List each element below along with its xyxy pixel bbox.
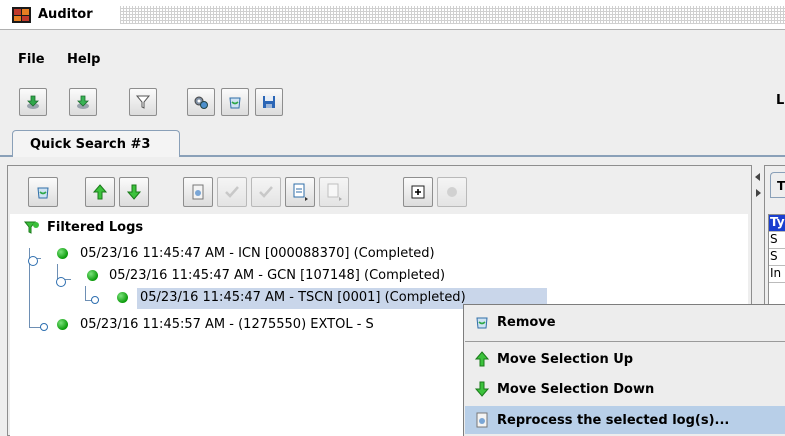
- document-dropdown-button[interactable]: [319, 177, 349, 207]
- download-icon: [27, 95, 39, 109]
- tree-expander-2[interactable]: [91, 296, 99, 304]
- title-bar: Auditor: [0, 0, 785, 30]
- menu-file[interactable]: File: [18, 52, 45, 67]
- reprocess-icon: [473, 411, 491, 429]
- document-export-icon: [293, 183, 308, 201]
- tab-details[interactable]: T: [770, 172, 785, 198]
- menu-item-move-down[interactable]: Move Selection Down: [465, 375, 785, 403]
- tree-node-3[interactable]: 05/23/16 11:45:57 AM - (1275550) EXTOL -…: [80, 317, 374, 332]
- delete-button[interactable]: [221, 88, 249, 116]
- arrow-up-icon: [473, 350, 491, 368]
- menu-bar: File Help: [0, 48, 785, 72]
- details-table-header[interactable]: Ty: [769, 215, 785, 232]
- record-icon: [447, 187, 457, 197]
- expand-button[interactable]: [403, 177, 433, 207]
- tree-node-2[interactable]: 05/23/16 11:45:47 AM - TSCN [0001] (Comp…: [140, 290, 466, 305]
- trash-icon: [37, 187, 49, 199]
- tree-expander-3[interactable]: [40, 323, 48, 331]
- status-dot-3: [57, 319, 68, 330]
- checkmark-icon: [225, 186, 239, 198]
- approve-button[interactable]: [217, 177, 247, 207]
- menu-item-label: Remove: [497, 314, 556, 330]
- splitter-arrows-icon: [755, 173, 761, 197]
- tree-root-label[interactable]: Filtered Logs: [47, 220, 143, 235]
- window-title: Auditor: [38, 7, 93, 22]
- status-dot-0: [57, 248, 68, 259]
- menu-separator: [465, 341, 785, 342]
- status-dot-2: [117, 292, 128, 303]
- tree-node-1[interactable]: 05/23/16 11:45:47 AM - GCN [107148] (Com…: [109, 268, 445, 283]
- document-icon: [327, 183, 342, 201]
- title-bar-drag-area[interactable]: [120, 6, 785, 24]
- menu-item-label: Move Selection Down: [497, 381, 655, 397]
- approve-all-button[interactable]: [251, 177, 281, 207]
- tab-quick-search[interactable]: Quick Search #3: [12, 130, 180, 157]
- status-label: L: [776, 93, 785, 108]
- trash-icon: [229, 97, 241, 109]
- arrow-up-icon: [92, 184, 108, 200]
- menu-item-reprocess[interactable]: Reprocess the selected log(s)...: [465, 406, 785, 434]
- stop-button[interactable]: [437, 177, 467, 207]
- main-toolbar: L: [0, 76, 785, 122]
- details-table-cell[interactable]: S: [769, 232, 785, 249]
- status-dot-1: [87, 270, 98, 281]
- checkmark-icon: [259, 186, 273, 198]
- move-down-button[interactable]: [119, 177, 149, 207]
- context-menu: Remove Move Selection Up Move Selection …: [463, 304, 785, 436]
- details-table-cell[interactable]: In: [769, 266, 785, 283]
- download-alt-icon: [77, 95, 89, 109]
- save-button[interactable]: [255, 88, 283, 116]
- settings-icon: [194, 96, 208, 109]
- save-icon: [263, 96, 275, 108]
- reprocess-button[interactable]: [183, 177, 213, 207]
- download-alt-button[interactable]: [69, 88, 97, 116]
- expand-icon: [411, 185, 425, 199]
- download-button[interactable]: [19, 88, 47, 116]
- move-up-button[interactable]: [85, 177, 115, 207]
- trash-icon: [473, 313, 491, 331]
- menu-item-label: Move Selection Up: [497, 351, 634, 367]
- filter-icon: [135, 95, 151, 109]
- menu-item-move-up[interactable]: Move Selection Up: [465, 345, 785, 373]
- menu-item-label: Reprocess the selected log(s)...: [497, 412, 730, 428]
- filter-tree-icon: [23, 221, 39, 234]
- menu-help[interactable]: Help: [67, 52, 100, 67]
- reprocess-icon: [192, 184, 204, 200]
- panel-delete-button[interactable]: [28, 177, 58, 207]
- details-table-cell[interactable]: S: [769, 249, 785, 266]
- menu-item-remove[interactable]: Remove: [465, 308, 785, 336]
- app-logo-icon: [12, 7, 31, 23]
- settings-button[interactable]: [187, 88, 215, 116]
- tree-expander-1[interactable]: [56, 277, 66, 287]
- arrow-down-icon: [126, 184, 142, 200]
- tree-node-0[interactable]: 05/23/16 11:45:47 AM - ICN [000088370] (…: [80, 246, 435, 261]
- filter-button[interactable]: [129, 88, 157, 116]
- tree-expander-0[interactable]: [28, 256, 38, 266]
- arrow-down-icon: [473, 380, 491, 398]
- export-dropdown-button[interactable]: [285, 177, 315, 207]
